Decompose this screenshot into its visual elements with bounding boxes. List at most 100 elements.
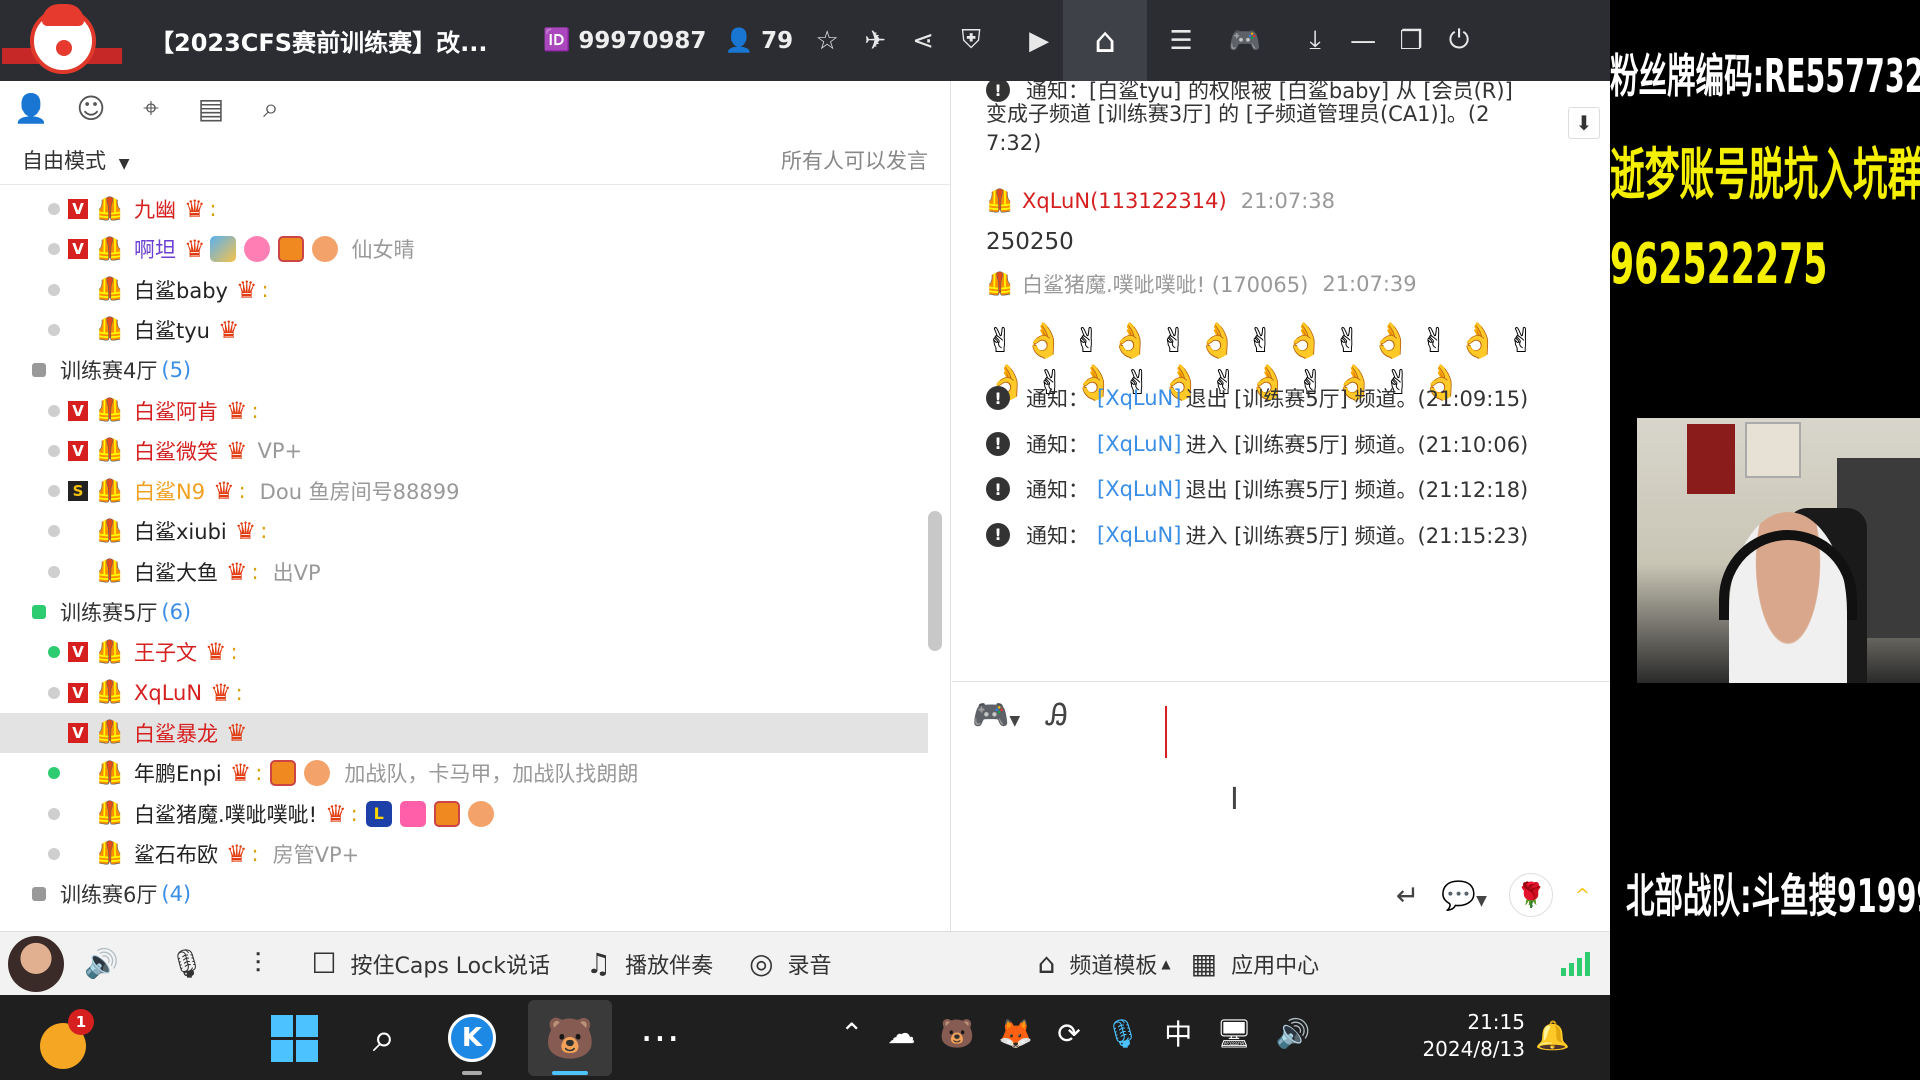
notice-user-link[interactable]: [XqLuN] — [1097, 523, 1181, 547]
sender-name[interactable]: XqLuN(113122314) — [1022, 189, 1227, 213]
channel-group[interactable]: 训练赛4厅 (5) — [0, 350, 928, 390]
hand-gesture-emoji-icon: ✌ — [1246, 321, 1276, 361]
location-pin-icon[interactable]: ⌖ — [130, 87, 172, 129]
member-row[interactable]: 🦺 白鲨baby ♛: — [0, 270, 928, 310]
member-list-scrollbar[interactable] — [928, 511, 942, 651]
home-tab[interactable]: ⌂ — [1063, 0, 1148, 81]
search-icon: ⌕ — [372, 1015, 396, 1061]
video-icon[interactable]: ▶ — [1015, 17, 1063, 65]
room-id[interactable]: 🆔 99970987 — [543, 28, 706, 54]
download-icon[interactable]: ⤓ — [1291, 17, 1339, 65]
vip-badge-placeholder — [68, 280, 88, 300]
member-row[interactable]: 🦺 白鲨tyu ♛ — [0, 310, 928, 350]
list-icon[interactable]: ☰ — [1157, 17, 1205, 65]
member-name: 白鲨baby — [134, 278, 228, 303]
more-apps-button[interactable]: ⋯ — [632, 1010, 688, 1066]
search-icon[interactable]: ⌕ — [250, 87, 292, 129]
mode-row: 自由模式 ▼ 所有人可以发言 — [0, 135, 950, 185]
gamepad-icon[interactable]: 🎮 — [1221, 17, 1269, 65]
flower-gift-button[interactable]: 🌹 — [1508, 873, 1553, 917]
online-count[interactable]: 👤 79 — [724, 27, 793, 55]
volume-icon[interactable]: 🔊 — [1276, 1017, 1311, 1050]
start-button[interactable] — [266, 1010, 322, 1066]
microphone-icon[interactable]: 🎙 — [1105, 1017, 1141, 1050]
speaker-button[interactable]: 🔊 — [84, 947, 133, 980]
group-number: 962522275 — [1610, 232, 1828, 297]
record-icon: ◎ — [749, 947, 774, 980]
fox-tray-icon[interactable]: 🦊 — [998, 1017, 1033, 1050]
member-name: 白鲨暴龙 — [134, 721, 218, 746]
mode-dropdown[interactable]: 自由模式 ▼ — [22, 145, 129, 175]
weather-widget[interactable]: 1 — [40, 1009, 96, 1069]
member-row[interactable]: V 🦺 白鲨暴龙 ♛ — [0, 712, 928, 753]
member-row[interactable]: S 🦺 白鲨N9 ♛: Dou 鱼房间号88899 — [0, 471, 928, 511]
notification-bell-icon[interactable]: 🔔 — [1535, 1019, 1570, 1052]
microphone-button[interactable]: 🎙 — [169, 947, 219, 980]
user-icon[interactable]: 👤 — [10, 87, 52, 129]
title-bar: 【2023CFS赛前训练赛】改... 🆔 99970987 👤 79 ☆ ✈ ⋖… — [0, 0, 1610, 81]
plane-icon[interactable]: ✈ — [851, 17, 899, 65]
speech-bubble-icon[interactable]: 💬▼ — [1441, 879, 1487, 912]
channel-group[interactable]: 训练赛6厅 (4) — [0, 874, 928, 914]
member-row[interactable]: V 🦺 九幽 ♛: — [0, 189, 928, 229]
avatar[interactable] — [8, 935, 64, 992]
member-row[interactable]: V 🦺 白鲨阿肯 ♛: — [0, 391, 928, 431]
gamepad-icon[interactable]: 🎮▼ — [972, 698, 1020, 733]
notice-user-link[interactable]: [XqLuN] — [1097, 477, 1181, 501]
member-row[interactable]: V 🦺 王子文 ♛: — [0, 632, 928, 672]
yy-tray-icon[interactable]: 🐻 — [939, 1017, 974, 1050]
star-icon[interactable]: ☆ — [803, 17, 851, 65]
member-tag: 加战队，卡马甲，加战队找朗朗 — [344, 762, 639, 787]
channel-group[interactable]: 训练赛5厅 (6) — [0, 592, 928, 632]
status-dot — [48, 847, 60, 860]
chevron-up-icon[interactable]: ⌃ — [840, 1017, 863, 1050]
member-row[interactable]: V 🦺 XqLuN ♛: — [0, 673, 928, 713]
message-input-area[interactable]: 🎮▼ Ꭿ I ↵ 💬▼ 🌹 ^ — [952, 681, 1610, 931]
member-row[interactable]: V 🦺 啊坦 ♛ 仙女晴 — [0, 229, 928, 269]
mixer-button[interactable]: ⫶ — [254, 947, 275, 981]
channel-title[interactable]: 【2023CFS赛前训练赛】改... — [125, 23, 525, 58]
sender-name[interactable]: 白鲨猪魔.噗呲噗呲! (170065) — [1022, 269, 1308, 299]
scroll-down-button[interactable]: ⬇ — [1568, 107, 1600, 139]
vip-badge-icon: V — [68, 722, 88, 743]
member-row[interactable]: 🦺 年鹏Enpi ♛: 加战队，卡马甲，加战队找朗朗 — [0, 753, 928, 793]
notice-user-link[interactable]: [XqLuN] — [1097, 432, 1181, 456]
yy-app[interactable]: 🐻 — [542, 1010, 598, 1066]
chat-bubble-icon[interactable]: ☺ — [70, 87, 112, 129]
role-vest-icon: 🦺 — [96, 559, 124, 585]
accompany-button[interactable]: ♫ 播放伴奏 — [586, 947, 713, 980]
cloud-offline-icon[interactable]: ☁ — [887, 1017, 915, 1050]
search-button[interactable]: ⌕ — [356, 1010, 412, 1066]
chevron-up-icon[interactable]: ^ — [1575, 885, 1590, 906]
channel-name: 训练赛5厅 — [60, 601, 158, 625]
restore-icon[interactable]: ❐ — [1387, 17, 1435, 65]
ime-indicator[interactable]: 中 — [1164, 1013, 1192, 1053]
enter-icon[interactable]: ↵ — [1396, 879, 1419, 912]
member-row[interactable]: 🦺 白鲨猪魔.噗呲噗呲! ♛: L — [0, 794, 928, 834]
network-icon[interactable]: 🖥 — [1216, 1017, 1252, 1050]
clock[interactable]: 21:15 2024/8/13 — [1405, 1009, 1525, 1063]
app-center-button[interactable]: ▦ 应用中心 — [1191, 947, 1319, 980]
member-row[interactable]: V 🦺 白鲨微笑 ♛ VP+ — [0, 431, 928, 471]
caps-lock-talk-button[interactable]: ☐ 按住Caps Lock说话 — [311, 947, 550, 980]
notice-label: 通知： — [1026, 523, 1089, 548]
kugou-app[interactable]: K — [444, 1010, 500, 1066]
share-icon[interactable]: ⋖ — [899, 17, 947, 65]
minimize-icon[interactable]: — — [1339, 17, 1387, 65]
notice-user-link[interactable]: [XqLuN] — [1097, 386, 1181, 410]
record-button[interactable]: ◎ 录音 — [749, 947, 831, 980]
member-row[interactable]: 🦺 白鲨xiubi ♛: — [0, 511, 928, 551]
sync-icon[interactable]: ⟳ — [1057, 1017, 1080, 1050]
power-icon[interactable]: ⏻ — [1435, 17, 1483, 65]
font-style-icon[interactable]: Ꭿ — [1046, 698, 1068, 733]
notes-icon[interactable]: ▤ — [190, 87, 232, 129]
shield-icon[interactable]: ⛨ — [947, 17, 995, 65]
channel-template-button[interactable]: ⌂ 频道模板 ▲ — [1038, 947, 1171, 980]
member-row[interactable]: 🦺 鲨石布欧 ♛: 房管VP+ — [0, 834, 928, 874]
member-row[interactable]: 🦺 白鲨大鱼 ♛: 出VP — [0, 552, 928, 592]
notice-icon: ! — [986, 81, 1010, 102]
hand-gesture-emoji-icon: ✌ — [1072, 321, 1102, 361]
app-logo[interactable] — [0, 0, 125, 81]
vip-badge-icon: V — [68, 642, 88, 663]
crown-icon: ♛ — [217, 315, 240, 344]
